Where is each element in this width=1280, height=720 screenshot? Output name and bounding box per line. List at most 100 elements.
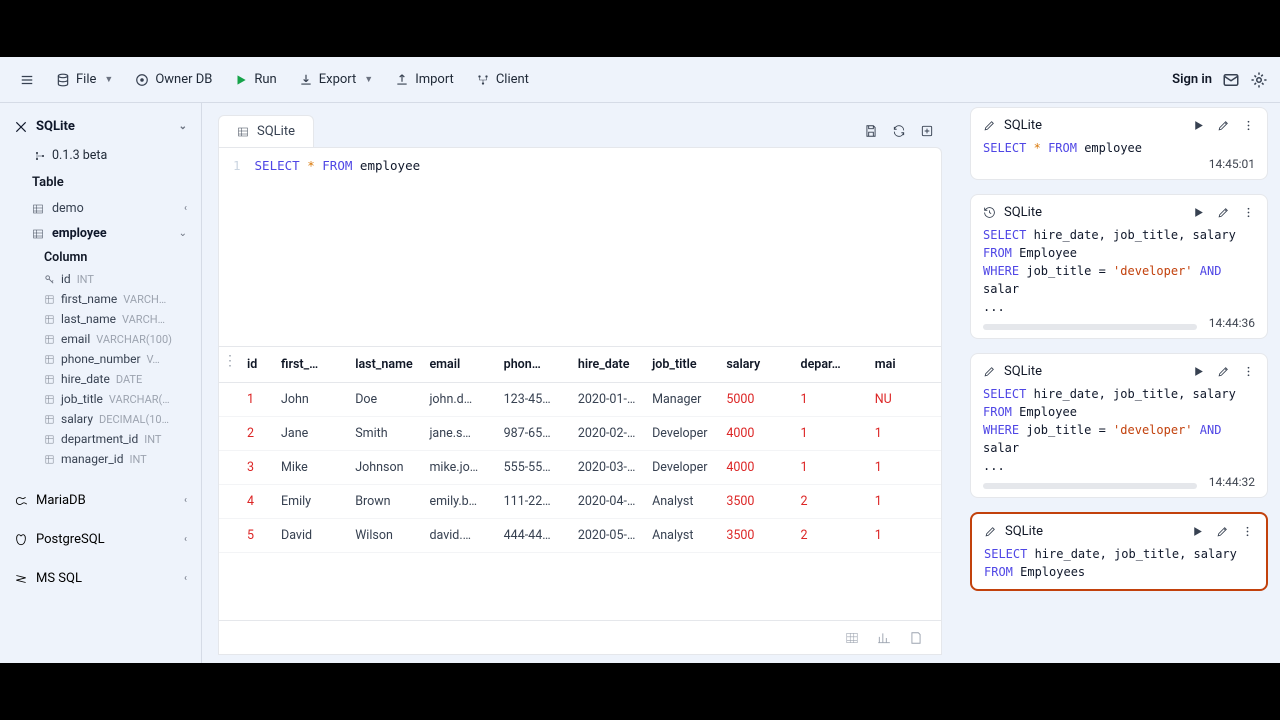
editor-tab[interactable]: SQLite: [218, 115, 314, 147]
cell: 1: [219, 383, 273, 417]
chart-view-icon[interactable]: [877, 631, 891, 645]
column-id[interactable]: id INT: [0, 269, 201, 289]
db-node-sqlite[interactable]: SQLite ⌄: [0, 111, 201, 142]
table-row[interactable]: 2JaneSmithjane.s…987-65…2020-02-01Develo…: [219, 417, 941, 451]
client-button[interactable]: Client: [468, 68, 537, 91]
export-view-icon[interactable]: [909, 631, 923, 645]
cell: 444-44…: [496, 519, 570, 553]
table-row[interactable]: 3MikeJohnsonmike.jo…555-55…2020-03-01Dev…: [219, 451, 941, 485]
refresh-icon[interactable]: [892, 124, 906, 138]
cell: jane.s…: [421, 417, 495, 451]
column-type: INT: [77, 273, 94, 286]
db-node-postgres[interactable]: PostgreSQL ‹: [0, 524, 201, 555]
column-type: INT: [129, 453, 146, 466]
chevron-left-icon: ‹: [184, 534, 187, 545]
table-row[interactable]: 1JohnDoejohn.d…123-45…2020-01-01Manager5…: [219, 383, 941, 417]
column-department_id[interactable]: department_id INT: [0, 429, 201, 449]
cell: NU: [867, 383, 941, 417]
run-button[interactable]: Run: [226, 68, 284, 91]
version-label: 0.1.3 beta: [52, 148, 107, 163]
play-icon[interactable]: [1192, 206, 1205, 219]
cell: 2020-05-01: [570, 519, 644, 553]
database-icon: [56, 73, 70, 87]
sql-identifier: employee: [360, 158, 420, 173]
owner-db-button[interactable]: Owner DB: [127, 68, 220, 91]
col-header[interactable]: depar…: [793, 347, 867, 383]
column-manager_id[interactable]: manager_id INT: [0, 449, 201, 469]
col-header[interactable]: mai: [867, 347, 941, 383]
col-header[interactable]: last_name: [347, 347, 421, 383]
cell: Smith: [347, 417, 421, 451]
db-node-mariadb[interactable]: MariaDB ‹: [0, 485, 201, 516]
col-header[interactable]: phon…: [496, 347, 570, 383]
export-button[interactable]: Export▼: [291, 68, 381, 91]
edit-icon[interactable]: [1217, 119, 1230, 132]
cell: Emily: [273, 485, 347, 519]
table-view-icon[interactable]: [845, 631, 859, 645]
history-card[interactable]: SQLiteSELECT hire_date, job_title, salar…: [970, 512, 1268, 591]
history-card[interactable]: SQLiteSELECT * FROM employee14:45:01: [970, 107, 1268, 180]
cell: 1: [793, 383, 867, 417]
table-employee[interactable]: employee ⌄: [0, 221, 201, 246]
play-icon[interactable]: [1191, 525, 1204, 538]
upload-icon: [395, 73, 409, 87]
import-button[interactable]: Import: [387, 68, 462, 91]
table-row[interactable]: 5DavidWilsondavid.…444-44…2020-05-01Anal…: [219, 519, 941, 553]
sql-star: *: [307, 158, 315, 173]
column-type: VARCH…: [122, 313, 165, 326]
col-header[interactable]: salary: [718, 347, 792, 383]
col-header[interactable]: first_…: [273, 347, 347, 383]
edit-icon[interactable]: [1217, 365, 1230, 378]
history-card[interactable]: SQLiteSELECT hire_date, job_title, salar…: [970, 194, 1268, 339]
add-icon[interactable]: [920, 124, 934, 138]
play-icon[interactable]: [1192, 119, 1205, 132]
db-node-mssql[interactable]: MS SQL ‹: [0, 563, 201, 594]
cell: 1: [793, 417, 867, 451]
file-label: File: [76, 72, 96, 87]
signin-link[interactable]: Sign in: [1172, 72, 1212, 87]
col-header[interactable]: job_title: [644, 347, 718, 383]
column-salary[interactable]: salary DECIMAL(10…: [0, 409, 201, 429]
gear-icon[interactable]: [1250, 71, 1268, 89]
mariadb-icon: [14, 494, 28, 508]
table-label: demo: [52, 201, 84, 216]
run-label: Run: [254, 72, 276, 87]
column-name: last_name: [61, 312, 116, 326]
mail-icon[interactable]: [1222, 71, 1240, 89]
play-icon[interactable]: [1192, 365, 1205, 378]
history-sql: SELECT hire_date, job_title, salary FROM…: [983, 226, 1255, 316]
column-job_title[interactable]: job_title VARCHAR(…: [0, 389, 201, 409]
pencil-icon: [984, 525, 997, 538]
table-row[interactable]: 4EmilyBrownemily.b…111-22…2020-04-01Anal…: [219, 485, 941, 519]
cell: 3: [219, 451, 273, 485]
cell: 2020-03-01: [570, 451, 644, 485]
column-last_name[interactable]: last_name VARCH…: [0, 309, 201, 329]
history-progress: [983, 324, 1197, 330]
results-menu[interactable]: ⋮: [223, 353, 237, 369]
edit-icon[interactable]: [1216, 525, 1229, 538]
results-table: idfirst_…last_nameemailphon…hire_datejob…: [219, 347, 941, 553]
cell: Developer: [644, 417, 718, 451]
col-header[interactable]: hire_date: [570, 347, 644, 383]
more-icon[interactable]: [1241, 525, 1254, 538]
column-phone_number[interactable]: phone_number V…: [0, 349, 201, 369]
more-icon[interactable]: [1242, 119, 1255, 132]
more-icon[interactable]: [1242, 206, 1255, 219]
cell: 3500: [718, 485, 792, 519]
sql-editor[interactable]: 1 SELECT * FROM employee: [218, 147, 942, 347]
column-first_name[interactable]: first_name VARCH…: [0, 289, 201, 309]
menu-button[interactable]: [12, 69, 42, 91]
file-menu[interactable]: File▼: [48, 68, 121, 91]
save-icon[interactable]: [864, 124, 878, 138]
column-hire_date[interactable]: hire_date DATE: [0, 369, 201, 389]
cell: 1: [867, 519, 941, 553]
history-card[interactable]: SQLiteSELECT hire_date, job_title, salar…: [970, 353, 1268, 498]
edit-icon[interactable]: [1217, 206, 1230, 219]
col-header[interactable]: email: [421, 347, 495, 383]
column-email[interactable]: email VARCHAR(100): [0, 329, 201, 349]
cell: Analyst: [644, 485, 718, 519]
table-demo[interactable]: demo ‹: [0, 196, 201, 221]
db-version[interactable]: 0.1.3 beta: [0, 142, 201, 169]
more-icon[interactable]: [1242, 365, 1255, 378]
key-icon: [44, 274, 55, 285]
